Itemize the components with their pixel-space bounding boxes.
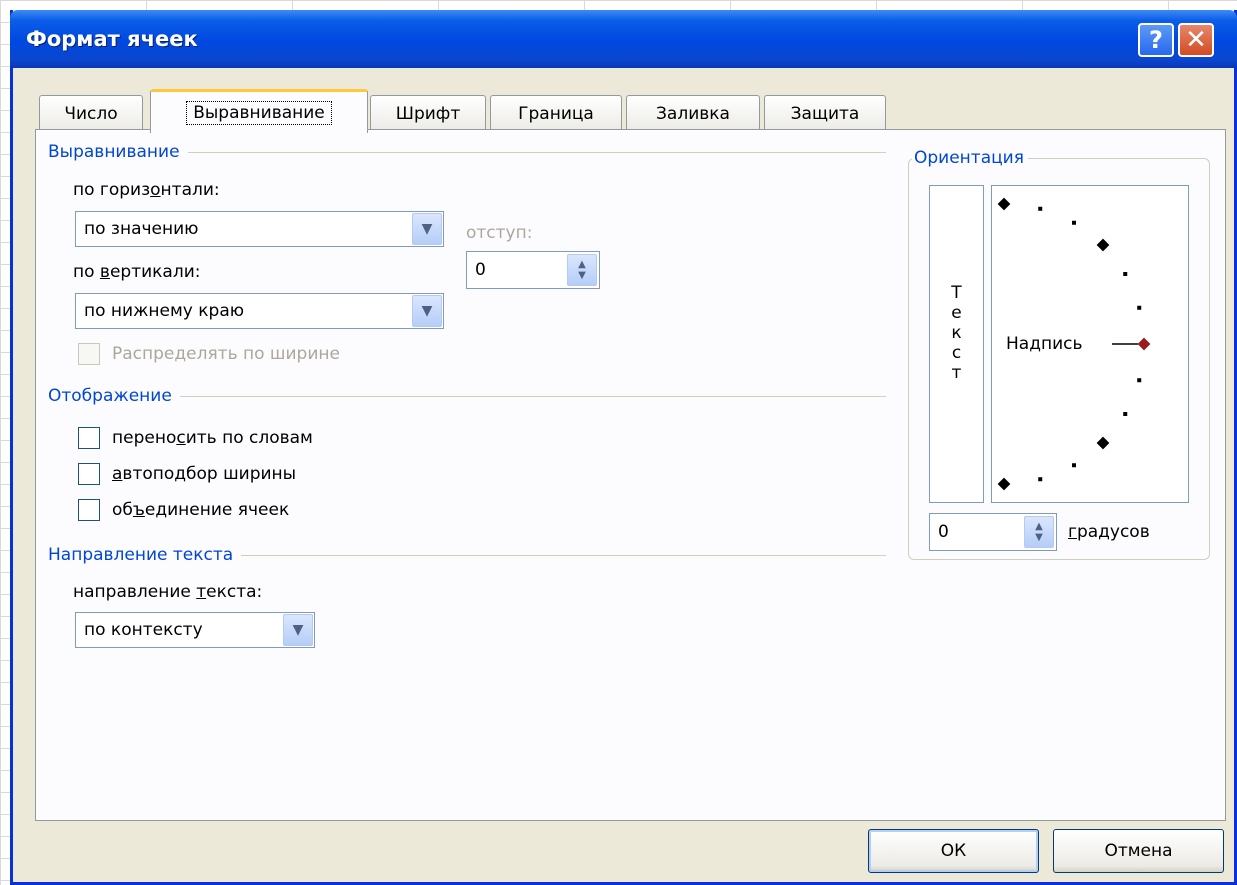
vertical-text-button[interactable]: Т е к с т — [929, 185, 984, 503]
indent-label: отступ: — [466, 223, 533, 243]
orientation-dial[interactable]: Надпись — [991, 185, 1189, 503]
tab-number-label: Число — [64, 103, 118, 124]
horizontal-label: по горизонтали: — [73, 180, 220, 200]
orientation-group-title: Ориентация — [912, 148, 1028, 168]
justify-distributed-label: Распределять по ширине — [112, 344, 340, 364]
dial-minor-tick — [1072, 220, 1076, 225]
dial-minor-tick — [1137, 378, 1142, 383]
tab-border-label: Граница — [518, 103, 594, 124]
merge-cells-label: объединение ячеек — [112, 500, 290, 520]
format-cells-dialog: Формат ячеек ? ✕ Число Выравнивание Шриф… — [10, 10, 1237, 885]
text-direction-select[interactable]: по контексту ▼ — [75, 612, 315, 648]
vertical-text-letter: Т — [951, 283, 962, 303]
dial-minor-tick — [1072, 463, 1076, 468]
help-button[interactable]: ? — [1138, 23, 1174, 57]
tab-fill[interactable]: Заливка — [626, 95, 760, 131]
dial-minor-tick — [1038, 206, 1043, 211]
merge-cells-checkbox[interactable] — [78, 499, 100, 521]
dial-major-tick — [1096, 436, 1110, 450]
indent-stepper[interactable]: 0 ▲ ▼ — [466, 251, 600, 289]
tab-font-label: Шрифт — [395, 103, 461, 124]
justify-distributed-checkbox[interactable] — [78, 343, 100, 365]
vertical-text-letter: е — [951, 303, 962, 323]
vertical-select[interactable]: по нижнему краю ▼ — [75, 293, 444, 329]
vertical-text-letter: с — [951, 343, 962, 363]
display-group-title: Отображение — [48, 386, 180, 406]
vertical-text-letter: к — [951, 323, 962, 343]
ok-button[interactable]: ОК — [868, 829, 1039, 873]
vertical-text-letter: т — [951, 363, 962, 383]
text-direction-label: направление текста: — [73, 582, 263, 602]
horizontal-select[interactable]: по значению ▼ — [75, 211, 444, 247]
close-icon: ✕ — [1185, 25, 1207, 55]
dial-minor-tick — [1123, 412, 1128, 416]
tab-font[interactable]: Шрифт — [370, 95, 486, 131]
tab-protection-label: Защита — [790, 103, 860, 124]
tab-alignment-label: Выравнивание — [186, 100, 332, 125]
dial-major-tick — [997, 477, 1011, 491]
alignment-group-title: Выравнивание — [48, 142, 188, 162]
dial-major-tick — [1096, 238, 1110, 252]
chevron-down-icon[interactable]: ▼ — [412, 213, 442, 245]
tab-fill-label: Заливка — [656, 103, 730, 124]
wrap-text-label: переносить по словам — [112, 428, 313, 448]
help-icon: ? — [1149, 26, 1163, 54]
indent-value: 0 — [475, 260, 486, 280]
degrees-stepper[interactable]: 0 ▲ ▼ — [929, 513, 1057, 551]
cancel-button-label: Отмена — [1104, 841, 1173, 861]
text-direction-group-title: Направление текста — [48, 545, 242, 565]
tab-alignment[interactable]: Выравнивание — [150, 89, 368, 133]
chevron-down-icon[interactable]: ▼ — [412, 295, 442, 327]
title-bar[interactable]: Формат ячеек ? ✕ — [10, 10, 1237, 68]
spin-arrows-icon[interactable]: ▲ ▼ — [567, 254, 597, 286]
degrees-label: градусов — [1068, 522, 1150, 542]
dial-major-tick — [997, 197, 1011, 211]
shrink-to-fit-label: автоподбор ширины — [112, 464, 297, 484]
close-button[interactable]: ✕ — [1178, 23, 1214, 57]
vertical-label: по вертикали: — [73, 262, 201, 282]
spin-arrows-icon[interactable]: ▲ ▼ — [1024, 516, 1054, 548]
ok-button-label: ОК — [940, 841, 967, 861]
cancel-button[interactable]: Отмена — [1053, 829, 1224, 873]
tab-number[interactable]: Число — [39, 95, 143, 131]
dial-label: Надпись — [1006, 334, 1083, 354]
dialog-title: Формат ячеек — [26, 27, 198, 51]
dial-minor-tick — [1123, 272, 1128, 276]
wrap-text-checkbox[interactable] — [78, 427, 100, 449]
text-direction-select-value: по контексту — [84, 620, 203, 640]
dial-minor-tick — [1137, 305, 1142, 310]
chevron-down-icon[interactable]: ▼ — [283, 614, 313, 646]
horizontal-select-value: по значению — [84, 219, 199, 239]
tab-border[interactable]: Граница — [490, 95, 622, 131]
alignment-panel: Выравнивание по горизонтали: по значению… — [35, 129, 1226, 821]
degrees-value: 0 — [938, 522, 949, 542]
tab-protection[interactable]: Защита — [764, 95, 886, 131]
shrink-to-fit-checkbox[interactable] — [78, 463, 100, 485]
vertical-select-value: по нижнему краю — [84, 301, 245, 321]
dial-minor-tick — [1038, 477, 1043, 482]
dial-marker[interactable] — [1137, 337, 1151, 351]
